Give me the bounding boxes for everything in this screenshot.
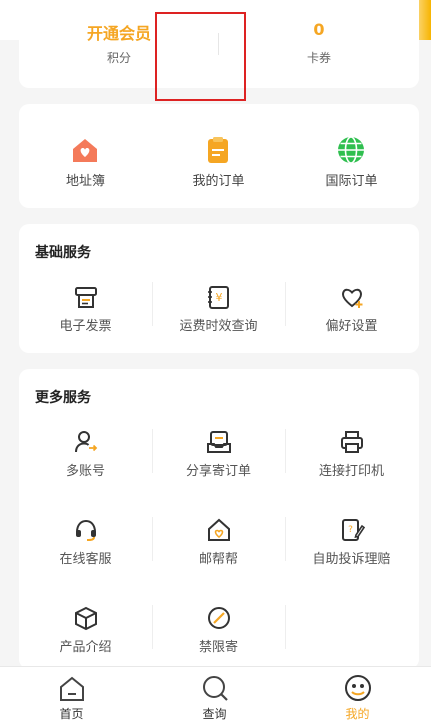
share-order-button[interactable]: 分享寄订单 — [152, 419, 285, 507]
product-intro-label: 产品介绍 — [59, 640, 112, 655]
my-orders-label: 我的订单 — [192, 174, 245, 189]
coupon-count[interactable]: 0 — [219, 20, 419, 39]
e-invoice-label: 电子发票 — [59, 319, 112, 334]
heart-plus-icon — [341, 288, 363, 308]
international-orders-label: 国际订单 — [325, 174, 378, 189]
share-order-label: 分享寄订单 — [185, 464, 251, 479]
more-services-card: 更多服务 多账号 分享寄订单 连接打印机 在线客服 邮帮帮 ? 自助投诉理赔 产… — [19, 369, 419, 669]
printer-icon — [341, 431, 363, 453]
home-heart-icon — [208, 518, 230, 541]
yen-document-icon: ¥ — [208, 286, 229, 309]
tab-home-label: 首页 — [59, 707, 84, 721]
quick-actions-card: 地址簿 我的订单 国际订单 — [19, 104, 419, 208]
user-switch-icon — [75, 431, 98, 453]
home-icon — [60, 676, 84, 701]
preferences-button[interactable]: 偏好设置 — [285, 224, 418, 353]
connect-printer-label: 连接打印机 — [318, 464, 384, 479]
tab-query-label: 查询 — [202, 707, 227, 721]
printer-receipt-icon — [75, 287, 97, 308]
online-service-label: 在线客服 — [59, 552, 112, 567]
international-orders-button[interactable]: 国际订单 — [285, 104, 418, 208]
svg-text:?: ? — [348, 525, 353, 535]
freight-query-button[interactable]: ¥ 运费时效查询 — [152, 224, 285, 353]
house-icon — [73, 139, 97, 162]
e-invoice-button[interactable]: 电子发票 — [19, 224, 152, 353]
freight-query-label: 运费时效查询 — [179, 319, 258, 334]
multi-account-label: 多账号 — [65, 464, 105, 479]
tab-mine-label: 我的 — [345, 707, 370, 721]
complaint-claim-button[interactable]: ? 自助投诉理赔 — [285, 507, 418, 595]
basic-services-card: 基础服务 电子发票 ¥ 运费时效查询 偏好设置 — [19, 224, 419, 353]
complaint-claim-label: 自助投诉理赔 — [312, 552, 391, 567]
clipboard-icon — [208, 137, 228, 163]
forbidden-items-label: 禁限寄 — [198, 640, 238, 655]
tab-home[interactable]: 首页 — [0, 667, 143, 726]
youbangbang-label: 邮帮帮 — [198, 552, 238, 567]
connect-printer-button[interactable]: 连接打印机 — [285, 419, 418, 507]
address-book-label: 地址簿 — [65, 174, 105, 189]
youbangbang-button[interactable]: 邮帮帮 — [152, 507, 285, 595]
tab-mine[interactable]: 我的 — [286, 667, 429, 726]
globe-icon — [338, 136, 364, 164]
my-orders-button[interactable]: 我的订单 — [152, 104, 285, 208]
multi-account-button[interactable]: 多账号 — [19, 419, 152, 507]
box-icon — [75, 606, 97, 631]
forbidden-icon — [208, 607, 230, 629]
svg-text:¥: ¥ — [216, 291, 223, 304]
tab-query[interactable]: 查询 — [143, 667, 286, 726]
more-services-title: 更多服务 — [35, 390, 91, 406]
preferences-label: 偏好设置 — [325, 319, 378, 334]
complaint-edit-icon: ? — [342, 519, 365, 541]
forbidden-items-button[interactable]: 禁限寄 — [152, 595, 285, 669]
coupon-label: 卡券 — [306, 51, 331, 65]
profile-icon — [345, 675, 371, 701]
share-order-icon — [207, 431, 231, 453]
separator — [285, 605, 286, 649]
highlight-box — [155, 12, 246, 101]
online-service-button[interactable]: 在线客服 — [19, 507, 152, 595]
address-book-button[interactable]: 地址簿 — [19, 104, 152, 208]
headset-icon — [76, 519, 96, 541]
bottom-tab-bar: 首页 查询 我的 — [0, 666, 431, 726]
search-icon — [203, 676, 228, 701]
product-intro-button[interactable]: 产品介绍 — [19, 595, 152, 669]
